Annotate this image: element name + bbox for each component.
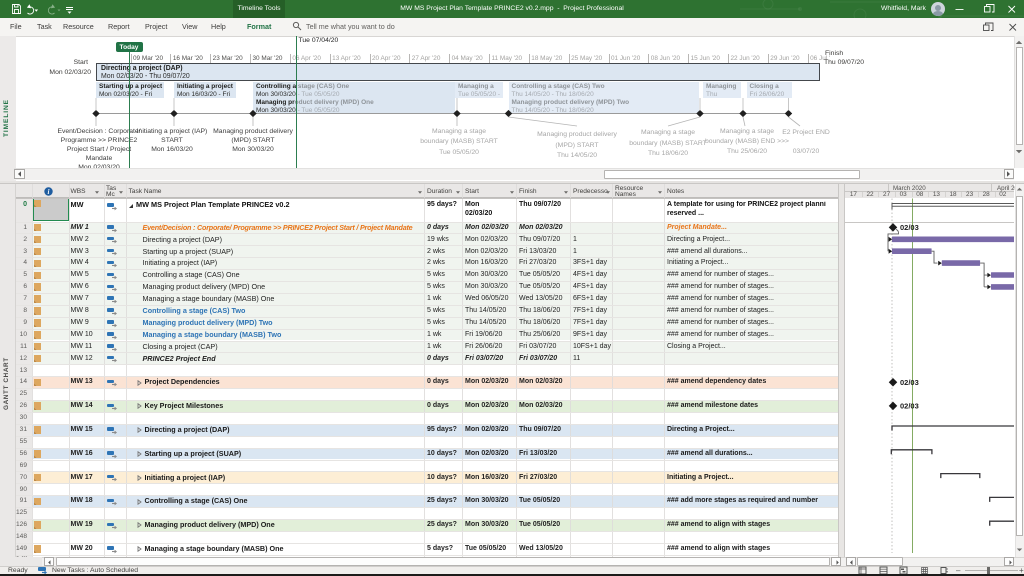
- svg-text:02/03: 02/03: [900, 378, 919, 387]
- svg-text:02/03: 02/03: [900, 402, 919, 411]
- svg-text:i: i: [48, 188, 50, 196]
- svg-text:02/03: 02/03: [900, 223, 919, 232]
